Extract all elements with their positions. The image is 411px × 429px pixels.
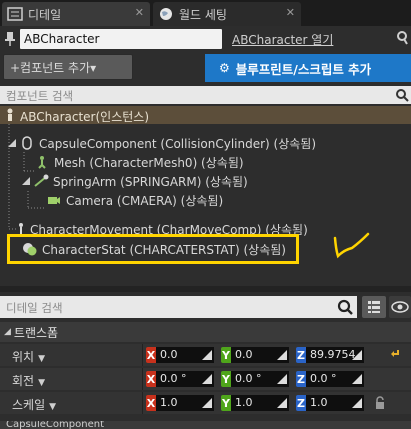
tab-world-settings[interactable]: 월드 세팅 ✕ <box>153 2 301 26</box>
scale-row: 스케일 ▼ X 1.0 Y 1.0 Z 1.0 <box>0 392 411 414</box>
view-options-button[interactable] <box>362 296 386 318</box>
collapse-arrow-icon[interactable]: ◢ <box>4 327 11 337</box>
expand-arrow-icon[interactable] <box>8 139 16 147</box>
scale-x-value[interactable]: 1.0 <box>156 395 214 411</box>
tree-item-label: Camera (CMAERA) (상속됨) <box>66 193 224 208</box>
chevron-down-icon: ▼ <box>49 402 57 412</box>
scale-label[interactable]: 스케일 ▼ <box>12 396 56 413</box>
tree-item-springarm[interactable]: SpringArm (SPRINGARM) (상속됨) <box>22 172 248 190</box>
scale-y-value[interactable]: 1.0 <box>231 395 289 411</box>
spin-arrow-icon <box>352 350 362 360</box>
reset-to-default-icon[interactable] <box>390 348 402 360</box>
rotation-z-value[interactable]: 0.0 ° <box>306 371 364 387</box>
y-axis-label: Y <box>221 371 231 387</box>
x-axis-label: X <box>146 395 156 411</box>
x-axis-label: X <box>146 371 156 387</box>
lock-icon[interactable] <box>374 396 386 410</box>
z-axis-label: Z <box>296 347 306 363</box>
z-axis-label: Z <box>296 395 306 411</box>
capsule-section-header[interactable]: CapsuleComponent <box>0 421 411 429</box>
camera-icon <box>46 193 62 207</box>
spin-arrow-icon <box>277 350 287 360</box>
location-z-value[interactable]: 89.9754 <box>306 347 364 363</box>
details-panel: ABCharacter ABCharacter 열기 +컴포넌트 추가▾ ⚙ 블… <box>0 26 411 429</box>
y-axis-label: Y <box>221 347 231 363</box>
tab-bar: 디테일 ✕ 월드 세팅 ✕ <box>0 0 411 26</box>
rotation-z-field[interactable]: Z 0.0 ° <box>296 371 364 387</box>
rotation-x-value[interactable]: 0.0 ° <box>156 371 214 387</box>
scale-x-field[interactable]: X 1.0 <box>146 395 214 411</box>
expand-arrow-icon[interactable] <box>22 177 30 185</box>
rotation-y-value[interactable]: 0.0 ° <box>231 371 289 387</box>
scale-y-field[interactable]: Y 1.0 <box>221 395 289 411</box>
list-view-icon <box>368 301 380 313</box>
spin-arrow-icon <box>202 398 212 408</box>
capsule-icon <box>19 136 35 150</box>
spin-arrow-icon <box>277 374 287 384</box>
tree-item-label: CapsuleComponent (CollisionCylinder) (상속… <box>39 136 317 151</box>
rotation-y-field[interactable]: Y 0.0 ° <box>221 371 289 387</box>
mesh-icon <box>34 155 50 169</box>
eye-icon <box>391 301 409 313</box>
x-axis-label: X <box>146 347 156 363</box>
detail-search-placeholder: 디테일 검색 <box>6 301 63 315</box>
tab-details[interactable]: 디테일 ✕ <box>2 2 150 26</box>
tree-item-camera[interactable]: Camera (CMAERA) (상속됨) <box>46 191 223 209</box>
location-y-field[interactable]: Y 0.0 <box>221 347 289 363</box>
column-separator <box>142 368 143 390</box>
spin-arrow-icon <box>352 398 362 408</box>
panel-divider[interactable] <box>0 286 411 292</box>
location-row: 위치 ▼ X 0.0 Y 0.0 Z 89.9754 <box>0 344 411 366</box>
capsule-section-title: CapsuleComponent <box>6 421 104 429</box>
tree-item-mesh[interactable]: Mesh (CharacterMesh0) (상속됨) <box>34 153 244 171</box>
y-axis-label: Y <box>221 395 231 411</box>
z-axis-label: Z <box>296 371 306 387</box>
close-icon[interactable]: ✕ <box>135 6 144 19</box>
highlight-annotation-box <box>7 234 299 264</box>
location-y-value[interactable]: 0.0 <box>231 347 289 363</box>
details-icon <box>6 6 24 22</box>
spin-arrow-icon <box>277 398 287 408</box>
spin-arrow-icon <box>202 374 212 384</box>
location-x-field[interactable]: X 0.0 <box>146 347 214 363</box>
transform-section-title: 트랜스폼 <box>13 325 59 340</box>
chevron-down-icon: ▼ <box>38 354 46 364</box>
annotation-scribble <box>333 232 370 259</box>
visibility-button[interactable] <box>389 296 411 318</box>
chevron-down-icon: ▼ <box>38 378 46 388</box>
close-icon[interactable]: ✕ <box>286 6 295 19</box>
scale-z-value[interactable]: 1.0 <box>306 395 364 411</box>
springarm-icon <box>33 174 49 188</box>
location-z-field[interactable]: Z 89.9754 <box>296 347 364 363</box>
location-x-value[interactable]: 0.0 <box>156 347 214 363</box>
tree-item-label: Mesh (CharacterMesh0) (상속됨) <box>54 155 244 170</box>
globe-icon <box>157 6 175 22</box>
rotation-x-field[interactable]: X 0.0 ° <box>146 371 214 387</box>
search-icon <box>337 299 353 315</box>
tree-item-label: SpringArm (SPRINGARM) (상속됨) <box>53 174 248 189</box>
tab-world-settings-label: 월드 세팅 <box>179 7 227 22</box>
rotation-label[interactable]: 회전 ▼ <box>12 372 45 389</box>
spin-arrow-icon <box>202 350 212 360</box>
location-label[interactable]: 위치 ▼ <box>12 348 45 365</box>
scale-z-field[interactable]: Z 1.0 <box>296 395 364 411</box>
detail-search-input[interactable]: 디테일 검색 <box>0 296 357 318</box>
tree-item-capsule[interactable]: CapsuleComponent (CollisionCylinder) (상속… <box>8 134 316 152</box>
rotation-row: 회전 ▼ X 0.0 ° Y 0.0 ° Z 0.0 ° <box>0 368 411 390</box>
spin-arrow-icon <box>352 374 362 384</box>
tab-details-label: 디테일 <box>28 7 62 22</box>
column-separator <box>142 344 143 366</box>
transform-section-header[interactable]: ◢ 트랜스폼 <box>0 322 411 342</box>
column-separator <box>142 392 143 414</box>
